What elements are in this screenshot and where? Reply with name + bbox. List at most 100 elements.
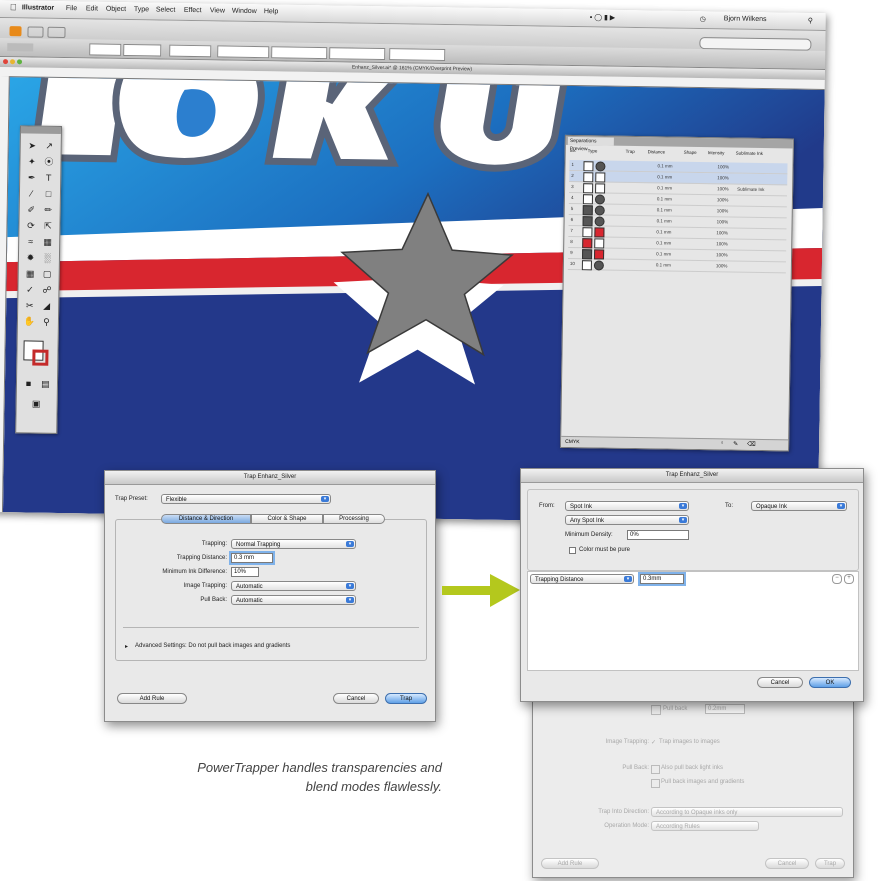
tab-distance-direction[interactable]: Distance & Direction bbox=[161, 514, 251, 524]
chevron-down-icon: ▾ bbox=[346, 597, 354, 603]
min-ink-difference-input[interactable]: 10% bbox=[231, 567, 259, 577]
separations-tab[interactable]: Separations Preview bbox=[567, 136, 614, 152]
screen-mode-icon[interactable]: ▣ bbox=[29, 397, 44, 411]
edit-icon[interactable]: ✎ bbox=[733, 441, 738, 448]
menu-edit[interactable]: Edit bbox=[86, 5, 98, 12]
close-icon[interactable] bbox=[2, 59, 9, 65]
add-rule-icon[interactable]: + bbox=[844, 574, 854, 584]
trap-preset-select[interactable]: Flexible ▾ bbox=[161, 494, 331, 504]
from-select[interactable]: Spot Ink ▾ bbox=[565, 501, 689, 511]
add-rule-button[interactable]: Add Rule bbox=[117, 693, 187, 704]
new-swatch-icon[interactable]: ▫ bbox=[721, 440, 723, 446]
scale-tool-icon[interactable]: ⇱ bbox=[40, 219, 55, 233]
gradient-mode-icon[interactable]: ▤ bbox=[38, 377, 53, 391]
color-pure-label: Color must be pure bbox=[579, 547, 631, 553]
chevron-down-icon: ▾ bbox=[679, 503, 687, 509]
menu-window[interactable]: Window bbox=[232, 8, 257, 15]
line-tool-icon[interactable]: ∕ bbox=[24, 186, 39, 200]
warp-tool-icon[interactable]: ≈ bbox=[23, 234, 38, 248]
images-gradients-text: Pull back images and gradients bbox=[661, 779, 745, 785]
trap-into-direction-label: Trap Into Direction: bbox=[598, 809, 649, 815]
width-field[interactable] bbox=[329, 47, 386, 61]
menu-type[interactable]: Type bbox=[134, 6, 149, 13]
tab-processing[interactable]: Processing bbox=[323, 514, 385, 524]
height-field[interactable] bbox=[389, 48, 446, 61]
menu-object[interactable]: Object bbox=[106, 6, 126, 13]
selection-tool-icon[interactable]: ➤ bbox=[25, 138, 40, 152]
trap-button[interactable]: Trap bbox=[385, 693, 427, 704]
eyedropper-icon[interactable]: ✓ bbox=[22, 282, 37, 296]
min-density-input[interactable]: 0% bbox=[627, 530, 689, 540]
advanced-settings-text: Advanced Settings: Do not pull back imag… bbox=[135, 643, 291, 649]
from-label: From: bbox=[539, 503, 555, 509]
menu-effect[interactable]: Effect bbox=[184, 7, 202, 14]
any-spot-ink-select[interactable]: Any Spot Ink ▾ bbox=[565, 515, 689, 525]
blend-tool-icon[interactable]: ☍ bbox=[39, 283, 54, 297]
y-field[interactable] bbox=[271, 46, 328, 60]
magic-wand-icon[interactable]: ✦ bbox=[24, 154, 39, 168]
tab-color-shape[interactable]: Color & Shape bbox=[251, 514, 323, 524]
trapping-select[interactable]: Normal Trapping ▾ bbox=[231, 539, 356, 549]
pull-back-select[interactable]: Automatic ▾ bbox=[231, 595, 356, 605]
hand-tool-icon[interactable]: ✋ bbox=[22, 314, 37, 328]
spotlight-icon[interactable]: ⚲ bbox=[808, 17, 813, 25]
cancel-button[interactable]: Cancel bbox=[757, 677, 803, 688]
min-ink-difference-label: Minimum Ink Difference: bbox=[162, 569, 227, 575]
menu-select[interactable]: Select bbox=[156, 6, 176, 13]
menu-help[interactable]: Help bbox=[264, 8, 279, 15]
ok-button[interactable]: OK bbox=[809, 677, 851, 688]
apple-icon[interactable]:  bbox=[10, 2, 17, 12]
heading-letters bbox=[29, 77, 575, 172]
menu-file[interactable]: File bbox=[66, 5, 77, 12]
graph-tool-icon[interactable]: ░ bbox=[40, 251, 55, 265]
menu-view[interactable]: View bbox=[210, 7, 225, 14]
brush-tool-icon[interactable]: ✐ bbox=[24, 202, 39, 216]
menu-user[interactable]: Bjorn Wilkens bbox=[724, 15, 767, 23]
cancel-button[interactable]: Cancel bbox=[333, 693, 379, 704]
stroke-weight-field[interactable] bbox=[123, 43, 162, 57]
document-title: Enhanz_Silver.ai* @ 161% (CMYK/Overprint… bbox=[351, 64, 473, 73]
arrange-icon[interactable] bbox=[47, 26, 66, 39]
zoom-icon[interactable] bbox=[16, 59, 23, 65]
x-field[interactable] bbox=[217, 45, 270, 59]
direct-selection-tool-icon[interactable]: ↗ bbox=[42, 139, 57, 153]
trapping-distance-input[interactable]: 0.3 mm bbox=[231, 553, 273, 563]
menu-illustrator[interactable]: Illustrator bbox=[22, 4, 54, 12]
minimize-icon[interactable] bbox=[9, 59, 16, 65]
trap-dialog: Trap Enhanz_Silver Trap Preset: Flexible… bbox=[104, 470, 436, 722]
chevron-down-icon: ▾ bbox=[346, 541, 354, 547]
type-tool-icon[interactable]: T bbox=[41, 171, 56, 185]
pencil-tool-icon[interactable]: ✏ bbox=[41, 203, 56, 217]
separation-row[interactable]: 10 0.1 mm 100% bbox=[567, 258, 786, 274]
color-mode-icon[interactable]: ■ bbox=[21, 376, 36, 390]
style-field[interactable] bbox=[169, 44, 212, 58]
color-pure-checkbox[interactable] bbox=[569, 547, 576, 554]
rotate-tool-icon[interactable]: ⟳ bbox=[23, 218, 38, 232]
cancel-button: Cancel bbox=[765, 858, 809, 869]
dialog-title: Trap Enhanz_Silver bbox=[105, 471, 435, 485]
disclosure-triangle-icon[interactable]: ▸ bbox=[125, 643, 128, 650]
min-density-label: Minimum Density: bbox=[565, 532, 613, 538]
slice-tool-icon[interactable]: ◢ bbox=[39, 299, 54, 313]
symbol-sprayer-icon[interactable]: ✹ bbox=[23, 250, 38, 264]
zoom-tool-icon[interactable]: ⚲ bbox=[39, 315, 54, 329]
image-trapping-select[interactable]: Automatic ▾ bbox=[231, 581, 356, 591]
rule-value-input[interactable]: 0.3mm bbox=[640, 574, 684, 584]
to-select[interactable]: Opaque Ink ▾ bbox=[751, 501, 847, 511]
rectangle-tool-icon[interactable]: □ bbox=[41, 187, 56, 201]
pen-tool-icon[interactable]: ✒ bbox=[24, 170, 39, 184]
remove-rule-icon[interactable]: − bbox=[832, 574, 842, 584]
gradient-tool-icon[interactable]: ▢ bbox=[40, 267, 55, 281]
lasso-icon[interactable]: ⦿ bbox=[41, 155, 56, 169]
path-label bbox=[7, 43, 34, 52]
stroke-field[interactable] bbox=[89, 43, 122, 56]
stroke-swatch[interactable] bbox=[32, 349, 49, 366]
free-transform-icon[interactable]: ▦ bbox=[40, 235, 55, 249]
mesh-tool-icon[interactable]: ▦ bbox=[23, 266, 38, 280]
pull-back-input: 0.2mm bbox=[705, 704, 745, 714]
bridge-icon[interactable] bbox=[27, 26, 44, 38]
dialog-title: Trap Enhanz_Silver bbox=[521, 469, 863, 483]
rule-property-select[interactable]: Trapping Distance ▾ bbox=[530, 574, 634, 584]
trash-icon[interactable]: ⌫ bbox=[747, 441, 756, 448]
scissors-icon[interactable]: ✂ bbox=[22, 298, 37, 312]
